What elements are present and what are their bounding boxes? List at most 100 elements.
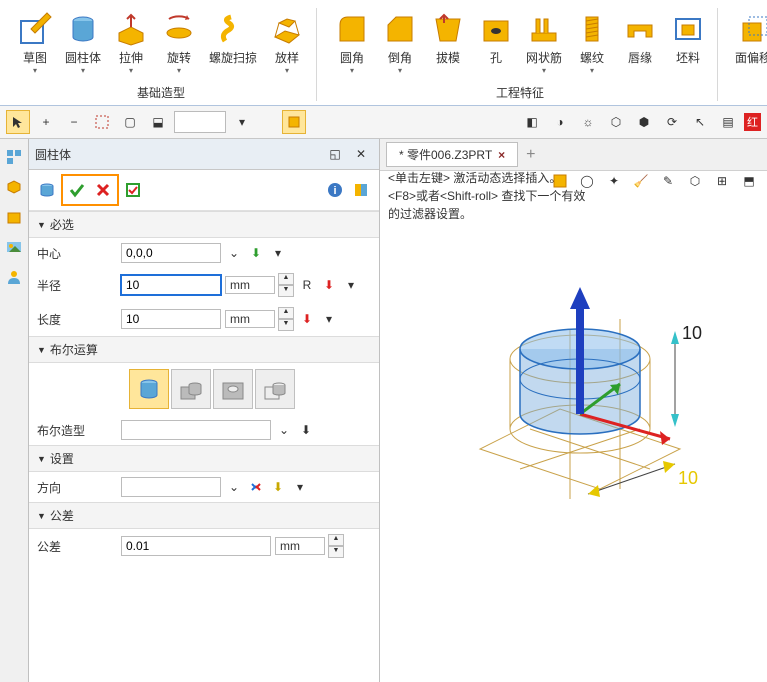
more-icon[interactable]: ▾ <box>320 310 338 328</box>
center-input[interactable] <box>121 243 221 263</box>
spinner[interactable]: ▲▼ <box>278 307 294 331</box>
draft-icon <box>430 11 466 47</box>
minus-button[interactable]: − <box>62 110 86 134</box>
length-input[interactable] <box>121 309 221 329</box>
tool1-button[interactable]: ◧ <box>520 110 544 134</box>
ribbon-helical-sweep-button[interactable]: 螺旋扫掠 <box>204 8 262 78</box>
tool5-button[interactable]: ⬢ <box>632 110 656 134</box>
filter-dropdown[interactable] <box>174 111 226 133</box>
ribbon-group-basic: 草图▾ 圆柱体▾ 拉伸▾ 旋转▾ 螺旋扫掠 <box>6 8 317 101</box>
ribbon-face-offset-button[interactable]: 面偏移 <box>730 8 767 69</box>
sidebar-tree-button[interactable] <box>2 145 26 169</box>
cancel-button[interactable] <box>91 178 115 202</box>
vptool4[interactable]: 🧹 <box>629 169 653 193</box>
unit-label[interactable]: mm <box>225 310 275 328</box>
tool4-button[interactable]: ⬡ <box>604 110 628 134</box>
cylinder-icon <box>65 11 101 47</box>
section-required[interactable]: ▼必选 <box>29 211 379 238</box>
section-settings[interactable]: ▼设置 <box>29 445 379 472</box>
reset-button[interactable] <box>349 178 373 202</box>
ribbon-stock-button[interactable]: 坯料 <box>665 8 711 78</box>
more-icon[interactable]: ▾ <box>291 478 309 496</box>
edge-button[interactable]: ⬓ <box>146 110 170 134</box>
measure-icon[interactable]: ⬇ <box>320 276 338 294</box>
unit-label[interactable]: mm <box>275 537 325 555</box>
close-tab-icon[interactable]: × <box>498 148 505 162</box>
vptool7[interactable]: ⊞ <box>710 169 734 193</box>
ribbon-cylinder-button[interactable]: 圆柱体▾ <box>60 8 106 78</box>
vptool8[interactable]: ⬒ <box>737 169 761 193</box>
dropdown-icon[interactable]: ⌄ <box>225 478 243 496</box>
bool-none-button[interactable] <box>129 369 169 409</box>
dropdown-icon[interactable]: ⌄ <box>225 244 243 262</box>
section-tolerance[interactable]: ▼公差 <box>29 502 379 529</box>
red-badge[interactable]: 红 <box>744 113 761 131</box>
pick-dir-icon[interactable]: ⬇ <box>269 478 287 496</box>
face-button[interactable]: ▢ <box>118 110 142 134</box>
unit-label[interactable]: mm <box>225 276 275 294</box>
hole-icon <box>478 11 514 47</box>
flip-icon[interactable] <box>247 478 265 496</box>
vptool6[interactable]: ⬡ <box>683 169 707 193</box>
ribbon-chamfer-button[interactable]: 倒角▾ <box>377 8 423 78</box>
layers-button[interactable]: ▤ <box>716 110 740 134</box>
ok-button[interactable] <box>65 178 89 202</box>
model-3d[interactable]: 10 10 <box>420 239 720 539</box>
new-tab-button[interactable]: + <box>526 146 535 164</box>
more-button[interactable]: ▾ <box>230 110 254 134</box>
pick-icon[interactable]: ⬇ <box>297 421 315 439</box>
ribbon-extrude-button[interactable]: 拉伸▾ <box>108 8 154 78</box>
ribbon-fillet-button[interactable]: 圆角▾ <box>329 8 375 78</box>
bool-shape-input[interactable] <box>121 420 271 440</box>
r-mode-button[interactable]: R <box>298 276 316 294</box>
viewport[interactable]: * 零件006.Z3PRT × + ◯ ✦ 🧹 ✎ ⬡ ⊞ ⬒ <单击左键> 激… <box>380 139 767 682</box>
ribbon-thread-button[interactable]: 螺纹▾ <box>569 8 615 78</box>
sidebar-user-button[interactable] <box>2 265 26 289</box>
apply-button[interactable] <box>121 178 145 202</box>
more-icon[interactable]: ▾ <box>342 276 360 294</box>
bool-intersect-button[interactable] <box>255 369 295 409</box>
quick-access-toolbar: + − ▢ ⬓ ▾ ◧ ◑ ☼ ⬡ ⬢ ⟳ ↖ ▤ 红 <box>0 106 767 139</box>
ribbon-hole-button[interactable]: 孔 <box>473 8 519 78</box>
face-offset-icon <box>735 11 767 47</box>
section-boolean[interactable]: ▼布尔运算 <box>29 336 379 363</box>
lip-icon <box>622 11 658 47</box>
measure-icon[interactable]: ⬇ <box>298 310 316 328</box>
more-icon[interactable]: ▾ <box>269 244 287 262</box>
panel-restore-button[interactable]: ◱ <box>323 142 347 166</box>
vptool3[interactable]: ✦ <box>602 169 626 193</box>
dropdown-icon[interactable]: ⌄ <box>275 421 293 439</box>
cylinder-type-icon[interactable] <box>35 178 59 202</box>
bool-add-button[interactable] <box>171 369 211 409</box>
ribbon-draft-button[interactable]: 拔模 <box>425 8 471 78</box>
bool-subtract-button[interactable] <box>213 369 253 409</box>
tool6-button[interactable]: ⟳ <box>660 110 684 134</box>
ribbon-rib-button[interactable]: 网状筋▾ <box>521 8 567 78</box>
document-tab[interactable]: * 零件006.Z3PRT × <box>386 142 518 167</box>
tool2-button[interactable]: ◑ <box>548 110 572 134</box>
property-panel: 圆柱体 ◱ ✕ i ▼必选 中心 ⌄ ⬇ ▾ 半径 <box>29 139 380 682</box>
vptool5[interactable]: ✎ <box>656 169 680 193</box>
sidebar-part-button[interactable] <box>2 205 26 229</box>
sidebar-assembly-button[interactable] <box>2 175 26 199</box>
tool3-button[interactable]: ☼ <box>576 110 600 134</box>
plus-button[interactable]: + <box>34 110 58 134</box>
tolerance-input[interactable] <box>121 536 271 556</box>
pointer2-button[interactable]: ↖ <box>688 110 712 134</box>
radius-input[interactable] <box>121 275 221 295</box>
spinner[interactable]: ▲▼ <box>328 534 344 558</box>
select-pointer-button[interactable] <box>6 110 30 134</box>
spinner[interactable]: ▲▼ <box>278 273 294 297</box>
ribbon-lip-button[interactable]: 唇缘 <box>617 8 663 78</box>
pick-point-icon[interactable]: ⬇ <box>247 244 265 262</box>
direction-input[interactable] <box>121 477 221 497</box>
grid-select-button[interactable] <box>90 110 114 134</box>
info-button[interactable]: i <box>323 178 347 202</box>
view-mode-button[interactable] <box>282 110 306 134</box>
ribbon-revolve-button[interactable]: 旋转▾ <box>156 8 202 78</box>
ribbon-loft-button[interactable]: 放样▾ <box>264 8 310 78</box>
sidebar-image-button[interactable] <box>2 235 26 259</box>
panel-close-button[interactable]: ✕ <box>349 142 373 166</box>
ribbon-sketch-button[interactable]: 草图▾ <box>12 8 58 78</box>
left-sidebar <box>0 139 29 682</box>
